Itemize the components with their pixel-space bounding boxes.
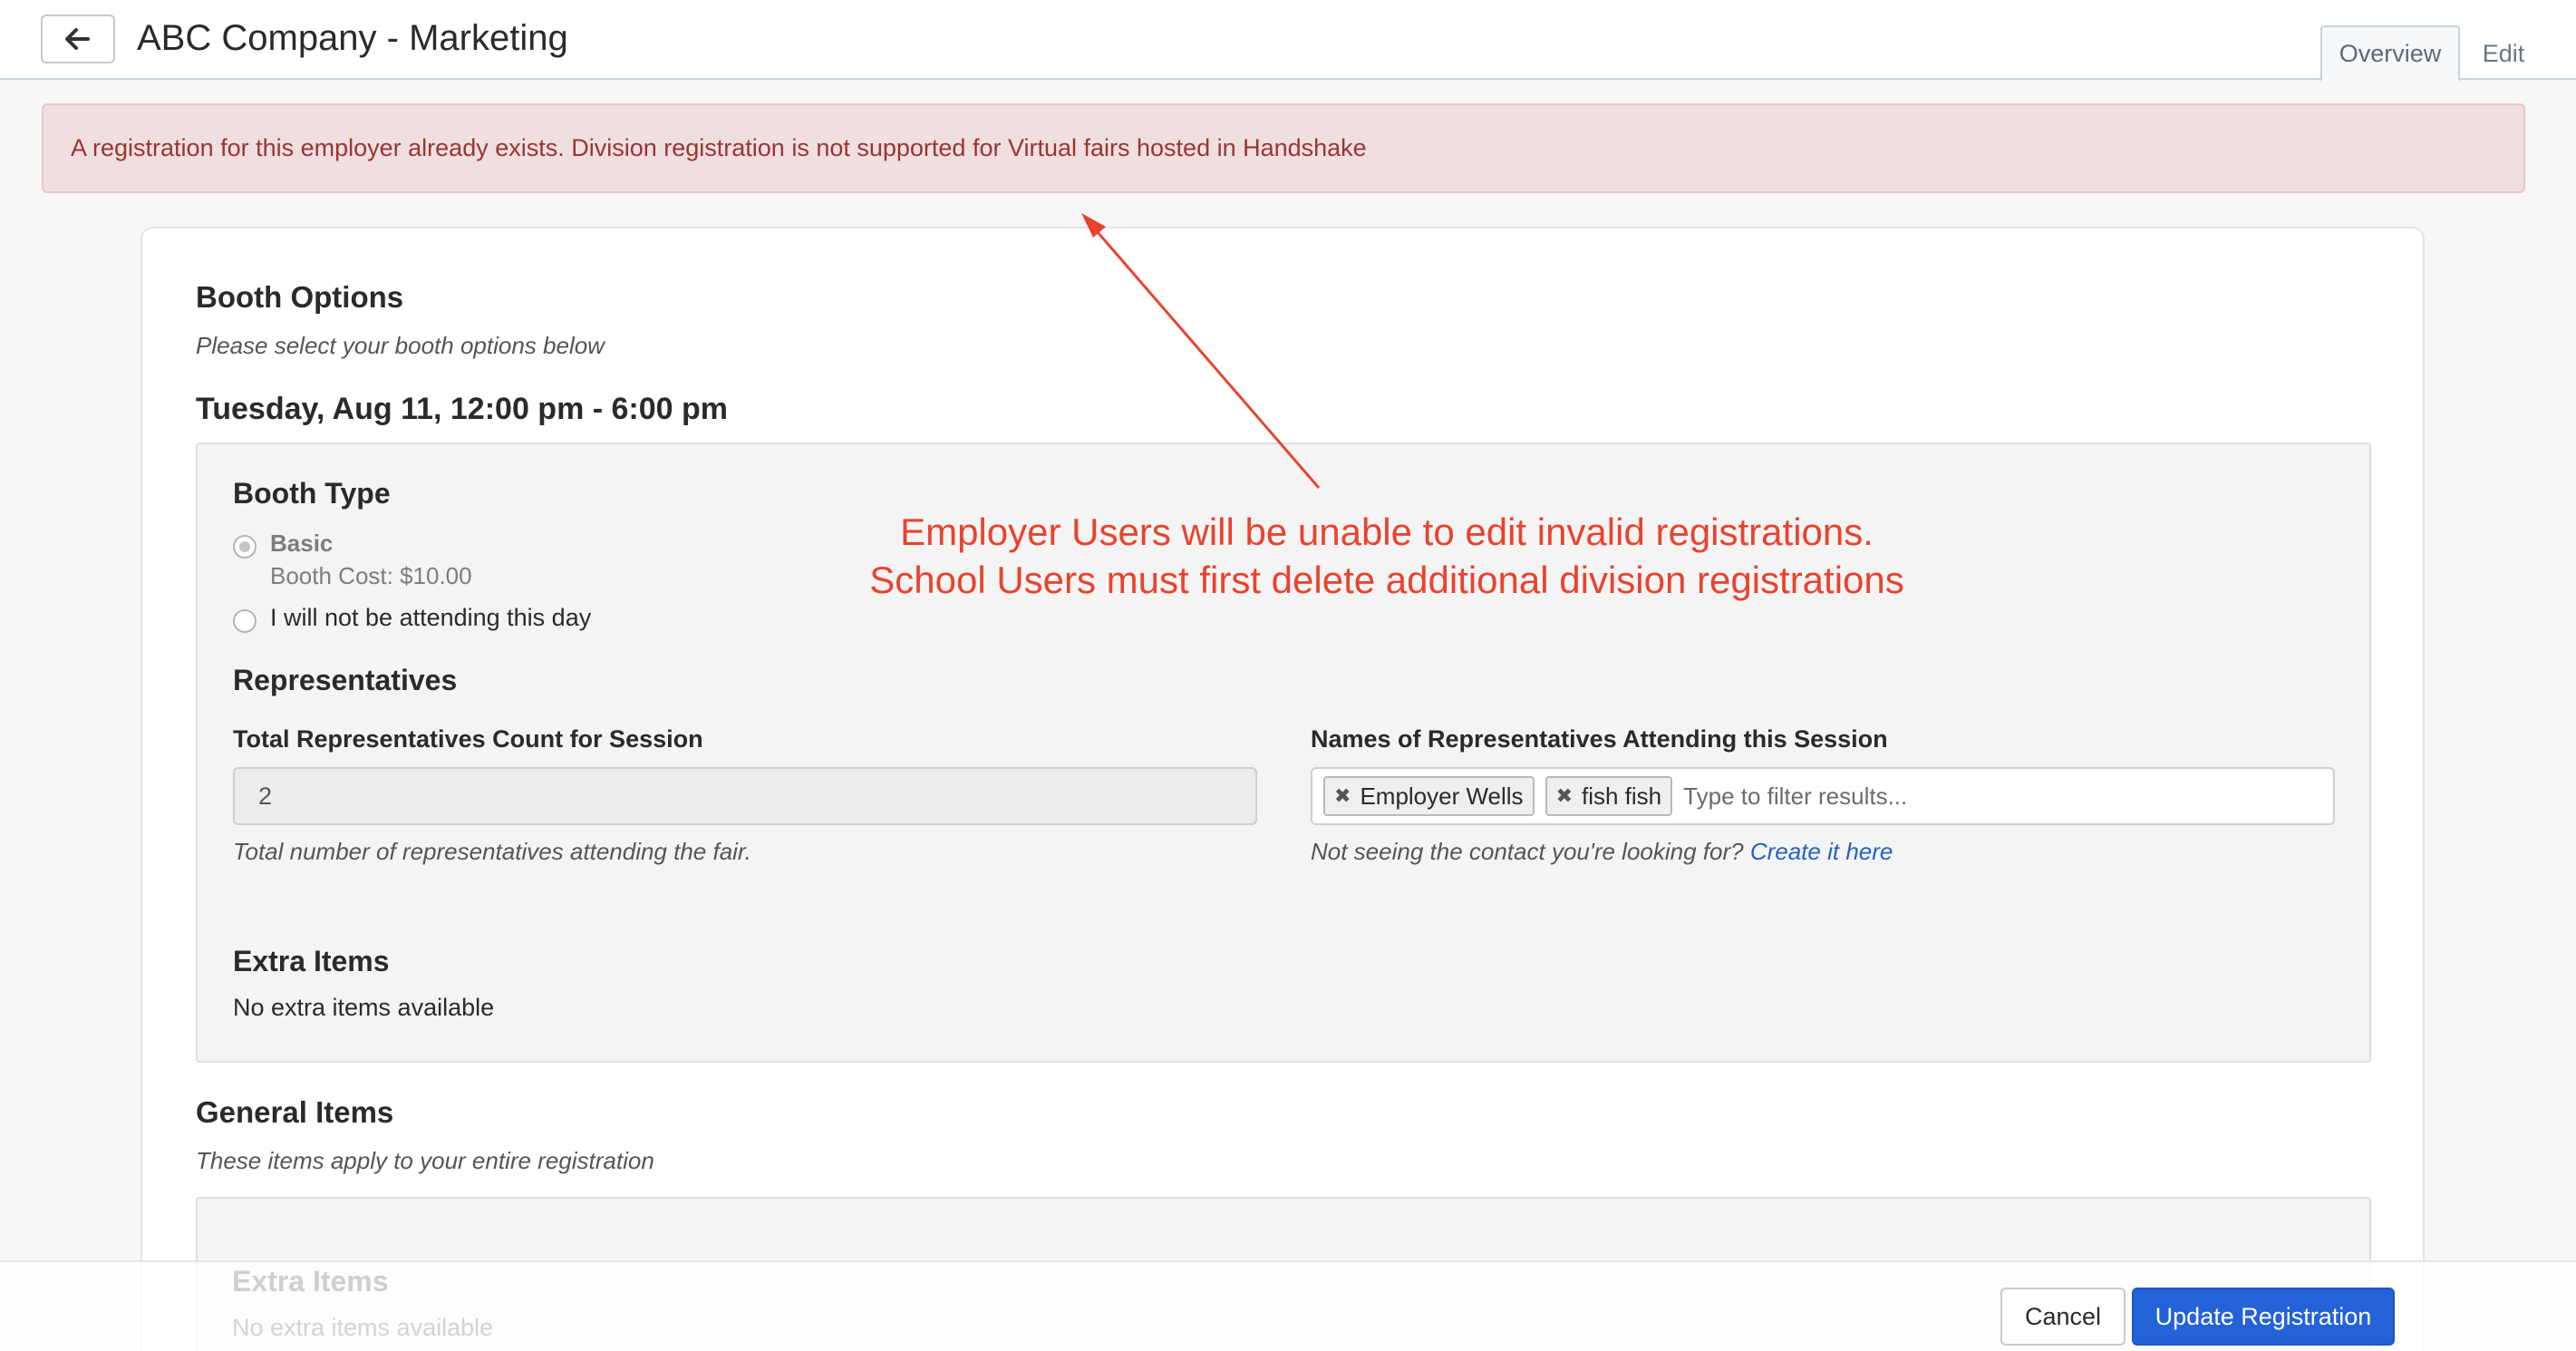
arrow-head-icon — [1081, 213, 1106, 238]
annotation-arrow — [1081, 213, 1321, 489]
annotation-text: Employer Users will be unable to edit in… — [798, 508, 1976, 604]
annotation-line-1: Employer Users will be unable to edit in… — [900, 510, 1874, 553]
annotation-line-2: School Users must first delete additiona… — [869, 559, 1904, 601]
